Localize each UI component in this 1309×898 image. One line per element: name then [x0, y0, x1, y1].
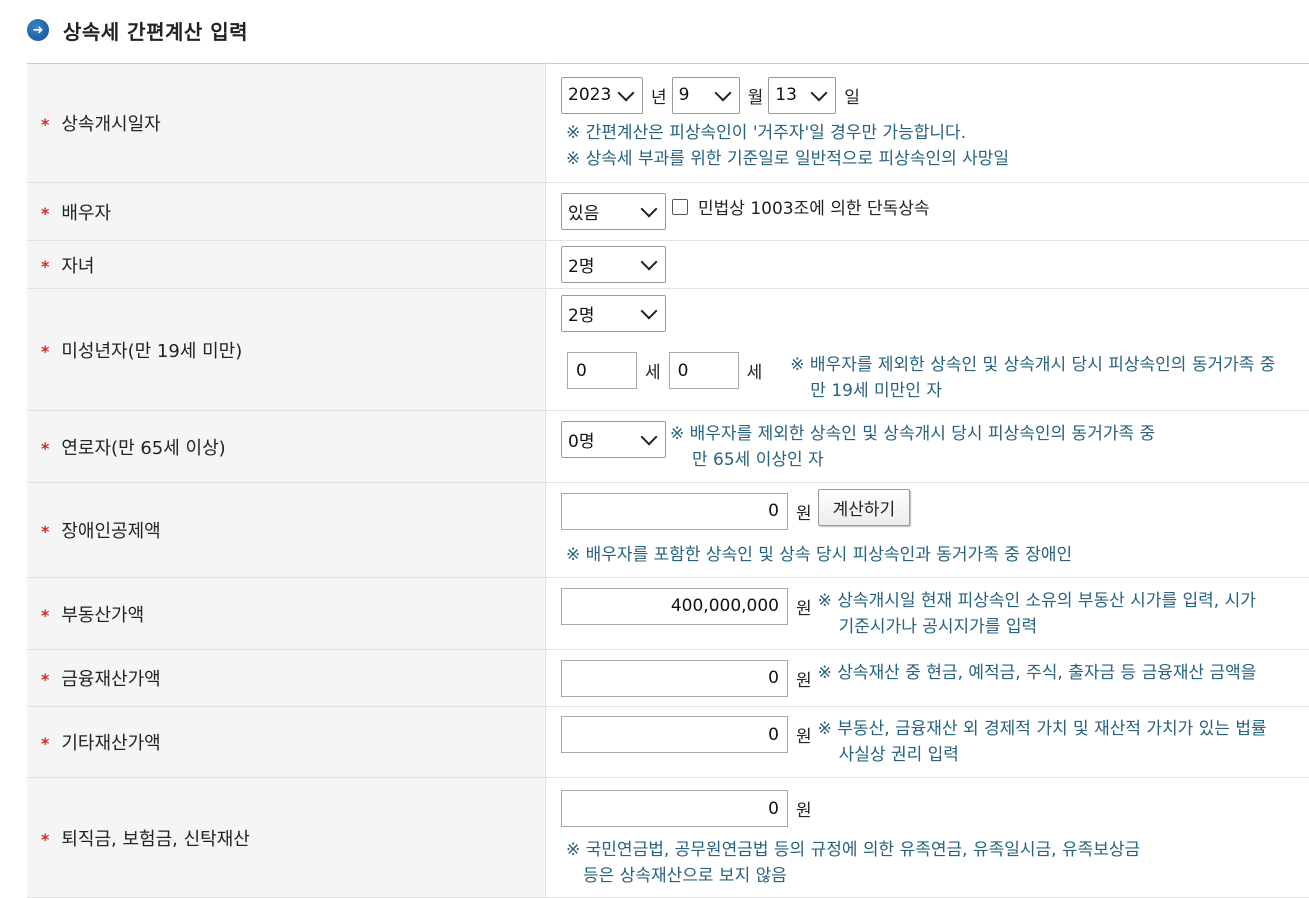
chevron-down-icon — [640, 302, 658, 320]
children-select[interactable]: 2명 — [561, 246, 666, 283]
row-start-date: * 상속개시일자 2023 년 9 월 13 일 ※ 간편계산은 피상속인이 '거… — [27, 63, 1309, 183]
chevron-down-icon — [640, 253, 658, 271]
required-star-icon: * — [41, 734, 50, 753]
retirement-input[interactable]: 0 — [561, 790, 788, 827]
row-elderly: * 연로자(만 65세 이상) 0명 ※ 배우자를 제외한 상속인 및 상속개시 … — [27, 410, 1309, 483]
minors-select[interactable]: 2명 — [561, 295, 666, 332]
note-other-2: 사실상 권리 입력 — [838, 745, 959, 765]
won-unit: 원 — [796, 503, 812, 524]
year-unit: 년 — [651, 87, 667, 108]
month-select[interactable]: 9 — [671, 76, 740, 114]
label-children: 자녀 — [61, 255, 95, 277]
section-title: ➜ 상속세 간편계산 입력 — [27, 14, 248, 46]
chevron-down-icon — [617, 84, 635, 101]
arrow-circle-icon: ➜ — [27, 19, 49, 41]
row-minors: * 미성년자(만 19세 미만) 2명 0 세 0 세 ※ 배우자를 제외한 상속… — [27, 288, 1309, 411]
sole-inheritance-checkbox[interactable] — [672, 198, 688, 215]
label-real-estate: 부동산가액 — [61, 604, 145, 626]
year-select[interactable]: 2023 — [561, 76, 643, 114]
spouse-select[interactable]: 있음 — [561, 193, 666, 230]
chevron-down-icon — [810, 84, 828, 101]
row-financial: * 금융재산가액 0 원 ※ 상속재산 중 현금, 예적금, 주식, 출자금 등 … — [27, 649, 1309, 707]
label-other: 기타재산가액 — [61, 733, 161, 754]
note-elderly: ※ 배우자를 제외한 상속인 및 상속개시 당시 피상속인의 동거가족 중 — [670, 423, 1156, 444]
other-input[interactable]: 0 — [561, 716, 788, 753]
won-unit: 원 — [796, 727, 812, 747]
row-retirement: * 퇴직금, 보험금, 신탁재산 0 원 ※ 국민연금법, 공무원연금법 등의 규… — [27, 777, 1309, 898]
day-unit: 일 — [844, 87, 860, 108]
note-other: ※ 부동산, 금융재산 외 경제적 가치 및 재산적 가치가 있는 법률 — [817, 719, 1267, 739]
note-retirement: ※ 국민연금법, 공무원연금법 등의 규정에 의한 유족연금, 유족일시금, 유… — [566, 840, 1141, 860]
required-star-icon: * — [41, 670, 50, 689]
minor-age-input-2[interactable]: 0 — [668, 352, 739, 389]
age-unit: 세 — [746, 363, 763, 383]
won-unit: 원 — [796, 670, 812, 691]
label-financial: 금융재산가액 — [61, 669, 161, 690]
note-base-date: ※ 상속세 부과를 위한 기준일로 일반적으로 피상속인의 사망일 — [566, 148, 1010, 169]
label-spouse: 배우자 — [61, 202, 112, 224]
required-star-icon: * — [41, 830, 50, 849]
chevron-down-icon — [640, 428, 658, 445]
won-unit: 원 — [796, 598, 812, 619]
row-spouse: * 배우자 있음 민법상 1003조에 의한 단독상속 — [27, 182, 1309, 241]
chevron-down-icon — [640, 200, 658, 218]
row-other: * 기타재산가액 0 원 ※ 부동산, 금융재산 외 경제적 가치 및 재산적 가… — [27, 706, 1309, 778]
required-star-icon: * — [41, 341, 50, 361]
row-real-estate: * 부동산가액 400,000,000 원 ※ 상속개시일 현재 피상속인 소유의… — [27, 577, 1309, 650]
day-select[interactable]: 13 — [768, 76, 837, 114]
page-title: 상속세 간편계산 입력 — [63, 19, 249, 44]
note-financial: ※ 상속재산 중 현금, 예적금, 주식, 출자금 등 금융재산 금액을 — [817, 662, 1257, 683]
input-form-table: * 상속개시일자 2023 년 9 월 13 일 ※ 간편계산은 피상속인이 '거… — [27, 63, 1309, 898]
label-disabled: 장애인공제액 — [61, 521, 161, 542]
chevron-down-icon — [714, 84, 732, 101]
label-start-date: 상속개시일자 — [61, 114, 161, 135]
required-star-icon: * — [41, 438, 50, 458]
note-real-estate: ※ 상속개시일 현재 피상속인 소유의 부동산 시가를 입력, 시가 — [817, 590, 1256, 611]
disabled-amount-input[interactable]: 0 — [561, 492, 788, 530]
note-disabled: ※ 배우자를 포함한 상속인 및 상속 당시 피상속인과 동거가족 중 장애인 — [566, 544, 1073, 565]
row-children: * 자녀 2명 — [27, 240, 1309, 289]
required-star-icon: * — [41, 256, 50, 276]
month-unit: 월 — [747, 87, 764, 108]
age-unit: 세 — [645, 363, 661, 383]
won-unit: 원 — [796, 801, 812, 821]
label-elderly: 연로자(만 65세 이상) — [61, 437, 226, 459]
note-elderly-2: 만 65세 이상인 자 — [692, 449, 824, 470]
label-minors: 미성년자(만 19세 미만) — [61, 340, 243, 362]
note-minors: ※ 배우자를 제외한 상속인 및 상속개시 당시 피상속인의 동거가족 중 — [790, 355, 1276, 375]
note-real-estate-2: 기준시가나 공시지가를 입력 — [838, 616, 1038, 637]
note-minors-2: 만 19세 미만인 자 — [810, 381, 942, 401]
label-cell: * 상속개시일자 — [27, 63, 546, 183]
required-star-icon: * — [41, 605, 50, 625]
real-estate-input[interactable]: 400,000,000 — [561, 587, 788, 625]
elderly-select[interactable]: 0명 — [561, 420, 666, 458]
required-star-icon: * — [41, 115, 50, 134]
row-disabled: * 장애인공제액 0 원 계산하기 ※ 배우자를 포함한 상속인 및 상속 당시 … — [27, 482, 1309, 578]
minor-age-input-1[interactable]: 0 — [567, 352, 637, 389]
sole-inheritance-label: 민법상 1003조에 의한 단독상속 — [698, 199, 930, 219]
note-retirement-2: 등은 상속재산으로 보지 않음 — [583, 866, 787, 886]
required-star-icon: * — [41, 203, 50, 223]
label-retirement: 퇴직금, 보험금, 신탁재산 — [61, 829, 250, 850]
financial-input[interactable]: 0 — [561, 659, 788, 697]
required-star-icon: * — [41, 522, 50, 541]
note-resident: ※ 간편계산은 피상속인이 '거주자'일 경우만 가능합니다. — [566, 122, 967, 143]
calculate-button[interactable]: 계산하기 — [817, 488, 911, 526]
